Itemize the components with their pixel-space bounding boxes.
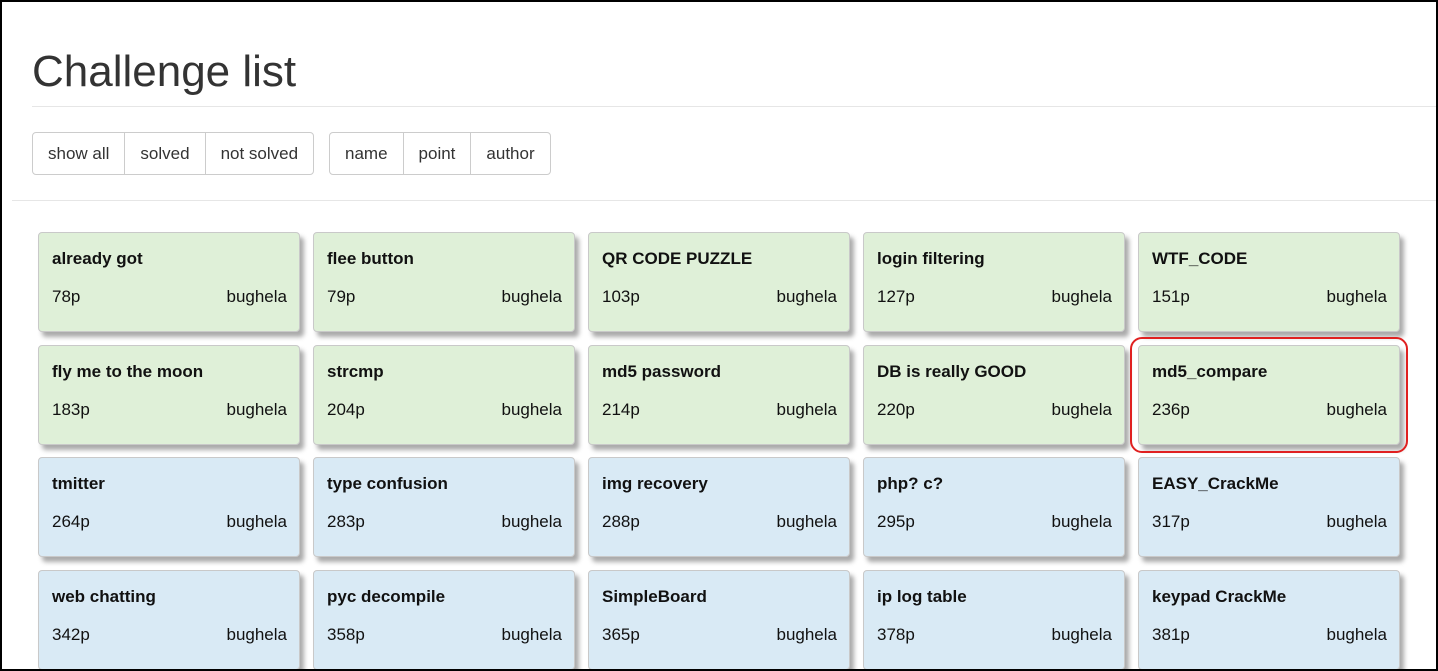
status-filter-group: show all solved not solved xyxy=(32,132,315,175)
challenge-card[interactable]: ip log table 378p bughela xyxy=(863,569,1125,670)
challenge-name: md5_compare xyxy=(1152,361,1268,381)
challenge-name: ip log table xyxy=(877,586,967,606)
challenge-card[interactable]: DB is really GOOD 220p bughela xyxy=(863,344,1125,445)
challenge-name: DB is really GOOD xyxy=(877,361,1027,381)
title-divider xyxy=(32,106,1436,107)
challenge-card[interactable]: type confusion 283p bughela xyxy=(313,457,575,557)
challenge-points: 317p xyxy=(1152,512,1190,531)
challenge-card[interactable]: md5 password 214p bughela xyxy=(588,344,850,445)
challenge-points: 204p xyxy=(327,399,365,419)
challenge-name: img recovery xyxy=(602,474,708,493)
challenge-points: 295p xyxy=(877,512,915,531)
challenge-card[interactable]: login filtering 127p bughela xyxy=(863,232,1125,332)
challenge-points: 358p xyxy=(327,624,365,644)
challenge-card[interactable]: QR CODE PUZZLE 103p bughela xyxy=(588,232,850,332)
challenge-points: 79p xyxy=(327,287,356,306)
section-divider xyxy=(12,200,1436,201)
challenge-points: 220p xyxy=(877,399,915,419)
challenge-name: WTF_CODE xyxy=(1152,249,1248,268)
not-solved-filter-button[interactable]: not solved xyxy=(204,132,315,175)
challenge-name: QR CODE PUZZLE xyxy=(602,249,753,268)
challenge-name: flee button xyxy=(327,249,414,268)
challenge-card[interactable]: SimpleBoard 365p bughela xyxy=(588,569,850,670)
challenge-card[interactable]: fly me to the moon 183p bughela xyxy=(38,344,300,445)
challenge-name: type confusion xyxy=(327,474,448,493)
challenge-card[interactable]: pyc decompile 358p bughela xyxy=(313,569,575,670)
challenge-points: 103p xyxy=(602,287,640,306)
challenge-author: bughela xyxy=(1326,624,1387,644)
challenge-author: bughela xyxy=(1051,287,1112,306)
challenge-name: keypad CrackMe xyxy=(1152,586,1287,606)
page-title: Challenge list xyxy=(32,47,297,96)
challenge-name: SimpleBoard xyxy=(602,586,707,606)
challenge-author: bughela xyxy=(1326,399,1387,419)
challenge-author: bughela xyxy=(776,287,837,306)
challenge-points: 381p xyxy=(1152,624,1190,644)
challenge-points: 183p xyxy=(52,399,90,419)
challenge-card[interactable]: md5_compare 236p bughela xyxy=(1130,336,1408,453)
show-all-button[interactable]: show all xyxy=(32,132,126,175)
challenge-author: bughela xyxy=(501,287,562,306)
challenge-author: bughela xyxy=(226,287,287,306)
challenge-points: 365p xyxy=(602,624,640,644)
challenge-points: 214p xyxy=(602,399,640,419)
challenge-author: bughela xyxy=(776,624,837,644)
challenge-card[interactable]: tmitter 264p bughela xyxy=(38,457,300,557)
challenge-author: bughela xyxy=(1051,512,1112,531)
sort-group: name point author xyxy=(329,132,551,175)
challenge-author: bughela xyxy=(776,512,837,531)
challenge-card[interactable]: WTF_CODE 151p bughela xyxy=(1138,232,1400,332)
challenge-author: bughela xyxy=(501,624,562,644)
challenge-author: bughela xyxy=(1326,512,1387,531)
challenge-author: bughela xyxy=(226,399,287,419)
challenge-author: bughela xyxy=(1051,399,1112,419)
challenge-name: strcmp xyxy=(327,361,384,381)
solved-filter-button[interactable]: solved xyxy=(124,132,206,175)
challenge-points: 236p xyxy=(1152,399,1190,419)
challenge-card[interactable]: web chatting 342p bughela xyxy=(38,569,300,670)
challenge-points: 127p xyxy=(877,287,915,306)
challenge-name: pyc decompile xyxy=(327,586,446,606)
challenge-points: 283p xyxy=(327,512,365,531)
challenge-author: bughela xyxy=(226,512,287,531)
challenge-name: already got xyxy=(52,249,143,268)
challenge-author: bughela xyxy=(1326,287,1387,306)
challenge-card[interactable]: EASY_CrackMe 317p bughela xyxy=(1138,457,1400,557)
challenge-card[interactable]: flee button 79p bughela xyxy=(313,232,575,332)
challenge-name: web chatting xyxy=(52,586,156,606)
challenge-card[interactable]: strcmp 204p bughela xyxy=(313,344,575,445)
sort-by-author-button[interactable]: author xyxy=(470,132,551,175)
challenge-points: 78p xyxy=(52,287,81,306)
challenge-author: bughela xyxy=(226,624,287,644)
challenge-author: bughela xyxy=(1051,624,1112,644)
challenge-card[interactable]: img recovery 288p bughela xyxy=(588,457,850,557)
challenge-name: fly me to the moon xyxy=(52,361,204,381)
challenge-name: EASY_CrackMe xyxy=(1152,474,1279,493)
challenge-name: md5 password xyxy=(602,361,722,381)
challenge-name: login filtering xyxy=(877,249,985,268)
challenge-points: 378p xyxy=(877,624,915,644)
sort-by-name-button[interactable]: name xyxy=(329,132,404,175)
challenge-grid: already got 78p bughela flee button 79p bughe… xyxy=(38,232,1408,670)
challenge-name: tmitter xyxy=(52,474,105,493)
challenge-points: 342p xyxy=(52,624,90,644)
challenge-name: php? c? xyxy=(877,474,944,493)
challenge-card[interactable]: php? c? 295p bughela xyxy=(863,457,1125,557)
challenge-points: 288p xyxy=(602,512,640,531)
challenge-points: 264p xyxy=(52,512,90,531)
sort-by-point-button[interactable]: point xyxy=(402,132,472,175)
challenge-card[interactable]: keypad CrackMe 381p bughela xyxy=(1138,569,1400,670)
challenge-author: bughela xyxy=(776,399,837,419)
challenge-author: bughela xyxy=(501,512,562,531)
challenge-points: 151p xyxy=(1152,287,1190,306)
challenge-author: bughela xyxy=(501,399,562,419)
challenge-card[interactable]: already got 78p bughela xyxy=(38,232,300,332)
